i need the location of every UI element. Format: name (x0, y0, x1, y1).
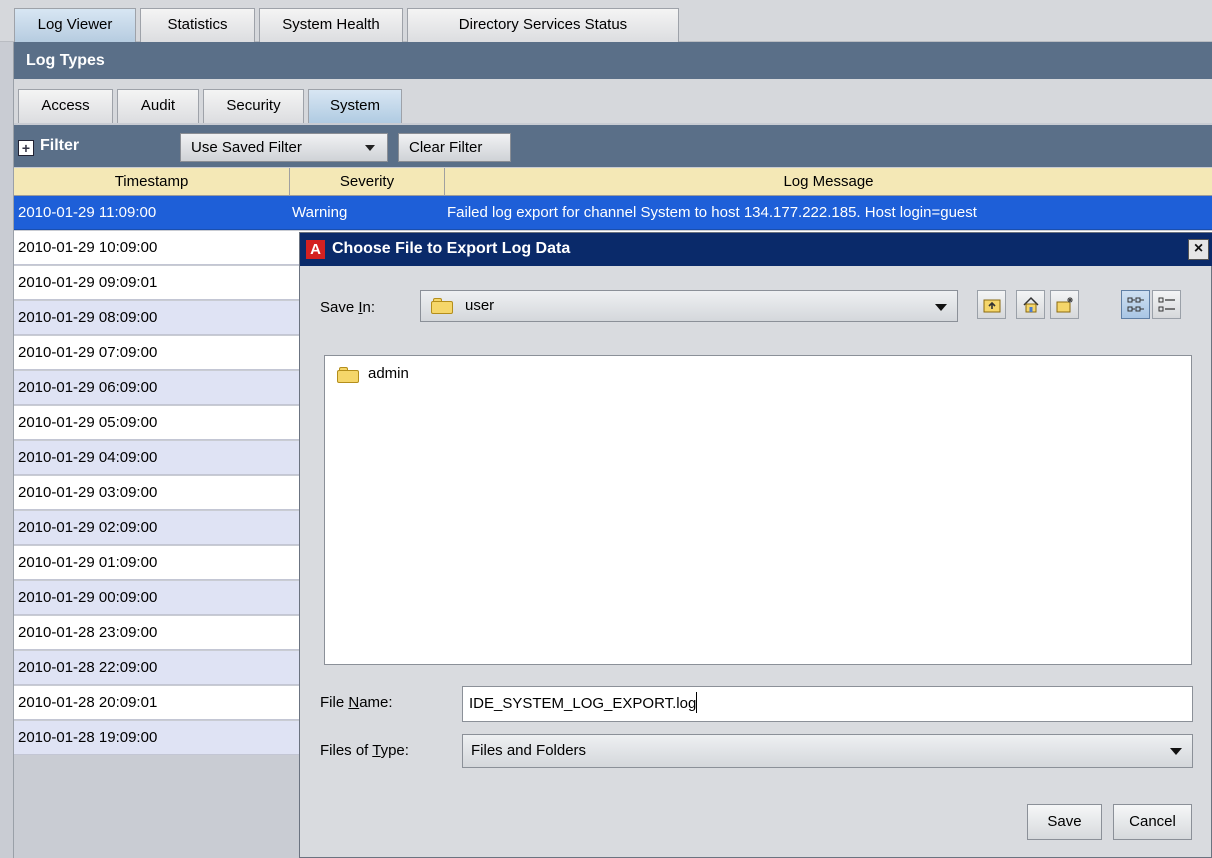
export-file-dialog: A Choose File to Export Log Data × Save … (299, 232, 1212, 858)
file-name-input[interactable]: IDE_SYSTEM_LOG_EXPORT.log (462, 686, 1193, 722)
tab-access[interactable]: Access (18, 89, 113, 123)
folder-icon (337, 367, 359, 383)
list-view-button[interactable] (1121, 290, 1150, 319)
clear-filter-button[interactable]: Clear Filter (398, 133, 511, 162)
filter-label: Filter (40, 137, 80, 154)
timestamp-cell: 2010-01-29 10:09:00 (18, 239, 158, 256)
timestamp-cell: 2010-01-28 22:09:00 (18, 659, 158, 676)
save-button[interactable]: Save (1027, 804, 1102, 840)
timestamp-cell: 2010-01-28 23:09:00 (18, 624, 158, 641)
file-name-label: File Name: (320, 694, 393, 711)
use-saved-filter-dropdown[interactable]: Use Saved Filter (180, 133, 388, 162)
save-in-value: user (465, 297, 495, 314)
dialog-title-bar[interactable]: A Choose File to Export Log Data × (300, 233, 1212, 266)
app-logo-icon: A (306, 240, 325, 259)
dialog-title: Choose File to Export Log Data (332, 240, 571, 257)
use-saved-filter-label: Use Saved Filter (191, 139, 302, 156)
up-folder-icon (983, 299, 1001, 313)
new-folder-button[interactable] (1050, 290, 1079, 319)
text-caret (696, 692, 698, 713)
tab-statistics[interactable]: Statistics (140, 8, 255, 42)
expand-filter-icon[interactable]: + (18, 140, 34, 156)
chevron-down-icon (935, 304, 947, 311)
severity-cell: Warning (292, 204, 348, 221)
folder-icon (431, 298, 453, 314)
save-in-label: Save In: (320, 299, 376, 316)
timestamp-cell: 2010-01-29 05:09:00 (18, 414, 158, 431)
chevron-down-icon (1170, 748, 1182, 755)
close-icon[interactable]: × (1188, 239, 1209, 260)
timestamp-cell: 2010-01-29 00:09:00 (18, 589, 158, 606)
files-of-type-value: Files and Folders (471, 742, 587, 759)
file-item-name: admin (368, 365, 409, 382)
table-row[interactable]: 2010-01-29 11:09:00 Warning Failed log e… (14, 196, 1212, 230)
column-header-severity[interactable]: Severity (290, 168, 445, 196)
log-type-tab-bar: Access Audit Security System (14, 79, 1212, 123)
timestamp-cell: 2010-01-28 19:09:00 (18, 729, 158, 746)
cancel-button[interactable]: Cancel (1113, 804, 1192, 840)
tab-audit[interactable]: Audit (117, 89, 199, 123)
file-name-value: IDE_SYSTEM_LOG_EXPORT.log (469, 695, 697, 712)
home-icon (1023, 296, 1039, 313)
details-view-button[interactable] (1152, 290, 1181, 319)
tab-log-viewer[interactable]: Log Viewer (14, 8, 136, 42)
left-rail (0, 42, 14, 858)
column-header-timestamp[interactable]: Timestamp (14, 168, 290, 196)
up-folder-button[interactable] (977, 290, 1006, 319)
timestamp-cell: 2010-01-29 01:09:00 (18, 554, 158, 571)
timestamp-cell: 2010-01-29 11:09:00 (18, 204, 157, 221)
list-view-icon (1127, 297, 1144, 312)
save-in-combobox[interactable]: user (420, 290, 958, 322)
timestamp-cell: 2010-01-29 03:09:00 (18, 484, 158, 501)
new-folder-icon (1056, 297, 1073, 313)
timestamp-cell: 2010-01-29 04:09:00 (18, 449, 158, 466)
column-header-log-message[interactable]: Log Message (445, 168, 1212, 196)
tab-security[interactable]: Security (203, 89, 304, 123)
timestamp-cell: 2010-01-29 08:09:00 (18, 309, 158, 326)
log-types-title: Log Types (14, 42, 1212, 79)
timestamp-cell: 2010-01-29 09:09:01 (18, 274, 158, 291)
timestamp-cell: 2010-01-29 02:09:00 (18, 519, 158, 536)
file-list[interactable]: admin (324, 355, 1192, 665)
table-empty-area (14, 790, 290, 858)
tab-directory-services-status[interactable]: Directory Services Status (407, 8, 679, 42)
files-of-type-label: Files of Type: (320, 742, 409, 759)
filter-bar: + Filter Use Saved Filter Clear Filter (14, 125, 1212, 167)
timestamp-cell: 2010-01-29 06:09:00 (18, 379, 158, 396)
home-button[interactable] (1016, 290, 1045, 319)
tab-system[interactable]: System (308, 89, 402, 123)
tab-system-health[interactable]: System Health (259, 8, 403, 42)
chevron-down-icon (365, 145, 375, 151)
timestamp-cell: 2010-01-28 20:09:01 (18, 694, 158, 711)
log-message-cell: Failed log export for channel System to … (447, 204, 977, 221)
timestamp-cell: 2010-01-29 07:09:00 (18, 344, 158, 361)
details-view-icon (1158, 297, 1175, 312)
table-header: Timestamp Severity Log Message (14, 168, 1212, 196)
files-of-type-combobox[interactable]: Files and Folders (462, 734, 1193, 768)
main-tab-bar: Log Viewer Statistics System Health Dire… (0, 0, 1212, 42)
